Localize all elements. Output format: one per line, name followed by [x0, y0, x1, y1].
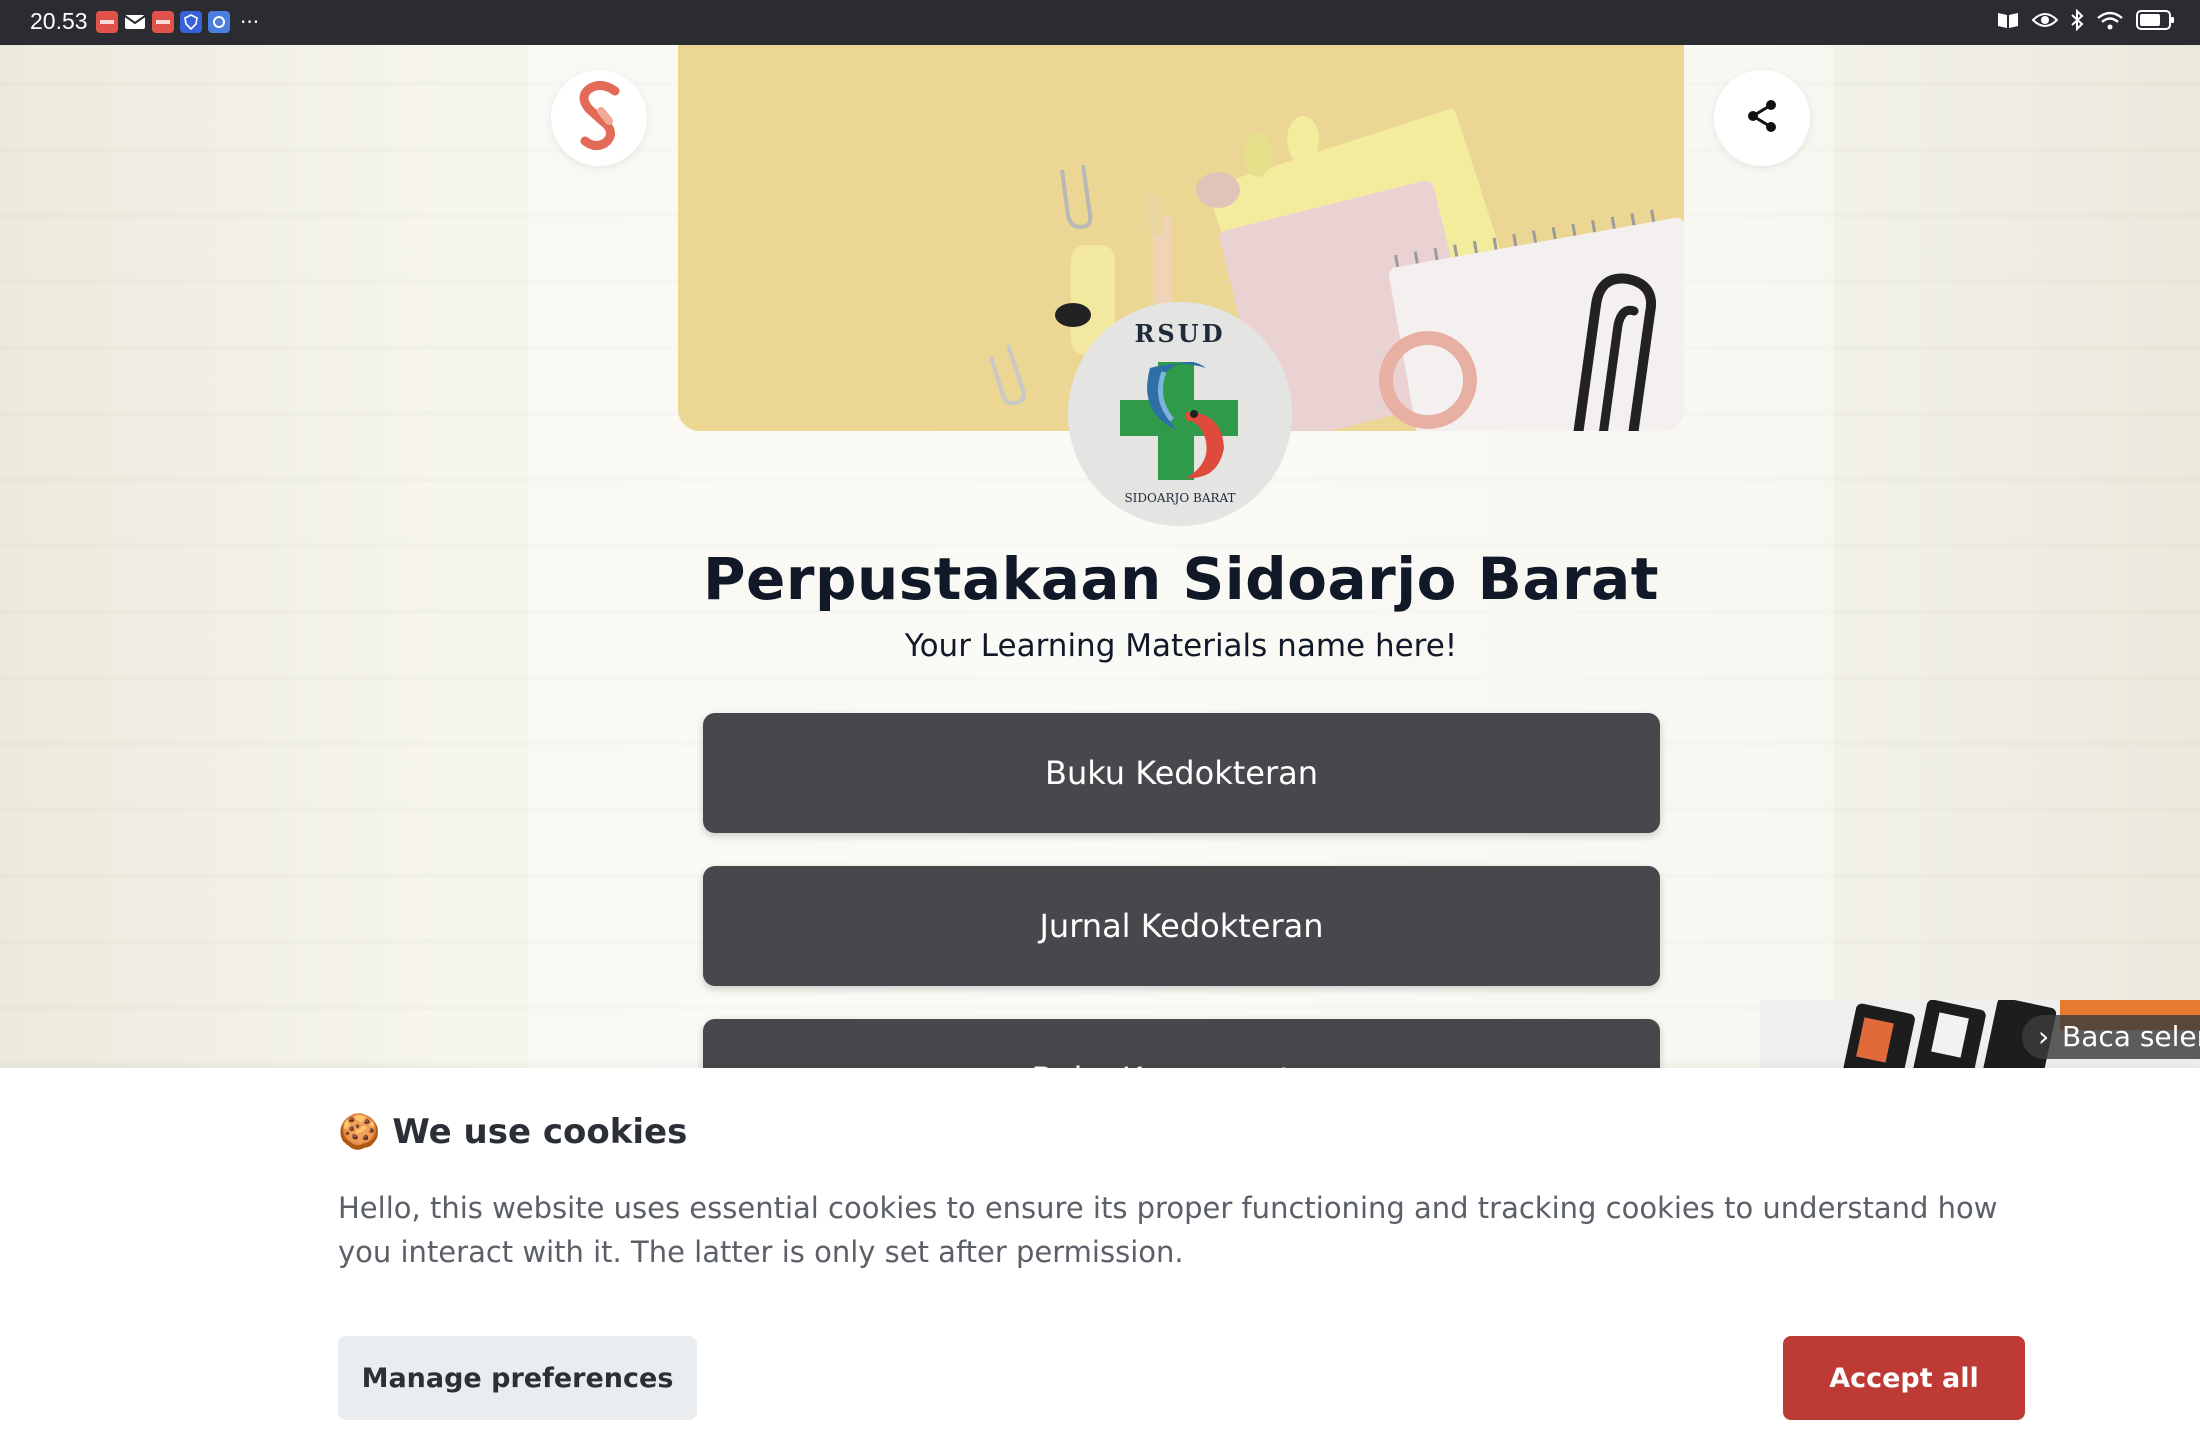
- cookie-icon: 🍪: [338, 1112, 381, 1152]
- link-button-jurnal-kedokteran[interactable]: Jurnal Kedokteran: [703, 866, 1660, 986]
- cookie-description: Hello, this website uses essential cooki…: [338, 1191, 1998, 1269]
- share-icon: [1742, 96, 1782, 140]
- battery-icon: [2136, 9, 2176, 35]
- app-red-icon: [96, 11, 118, 33]
- accept-all-button[interactable]: Accept all: [1783, 1336, 2025, 1420]
- cookie-title: We use cookies: [392, 1112, 688, 1152]
- shield-blue-icon: [180, 11, 202, 33]
- app-red-icon: [152, 11, 174, 33]
- system-icons: [1996, 8, 2176, 35]
- reader-icon: [1996, 10, 2020, 34]
- wifi-icon: [2096, 10, 2124, 34]
- status-time: 20.53: [30, 8, 88, 34]
- status-bar: 20.53 ···: [0, 0, 2200, 45]
- cookie-title-row: 🍪 We use cookies: [338, 1112, 687, 1152]
- notification-icons: ···: [96, 11, 259, 33]
- chevron-right-icon: ›: [2038, 1020, 2050, 1053]
- bluetooth-icon: [2070, 8, 2084, 35]
- ad-banner[interactable]: › Baca selengkapnya: [1760, 1000, 2200, 1068]
- avatar-top-text: RSUD: [1134, 319, 1225, 348]
- ad-read-more[interactable]: › Baca selengkapnya: [2022, 1015, 2200, 1059]
- ad-read-more-label: Baca selengkapnya: [2062, 1020, 2200, 1053]
- page-title: Perpustakaan Sidoarjo Barat: [703, 545, 1659, 613]
- more-notifications: ···: [240, 10, 260, 34]
- app-blue-icon: [208, 11, 230, 33]
- share-button[interactable]: [1714, 70, 1810, 166]
- page-subtitle: Your Learning Materials name here!: [904, 628, 1458, 664]
- avatar-bottom-text: SIDOARJO BARAT: [1124, 491, 1235, 505]
- cookie-banner: 🍪 We use cookies Hello, this website use…: [0, 1068, 2200, 1440]
- avatar: RSUD SIDOARJO BARAT: [1068, 302, 1292, 526]
- eye-icon: [2031, 11, 2059, 33]
- manage-preferences-button[interactable]: Manage preferences: [338, 1336, 697, 1420]
- logo-button[interactable]: [551, 70, 647, 166]
- link-button-buku-kedokteran[interactable]: Buku Kedokteran: [703, 713, 1660, 833]
- mail-icon: [124, 11, 146, 33]
- linktree-logo-icon: [571, 81, 627, 155]
